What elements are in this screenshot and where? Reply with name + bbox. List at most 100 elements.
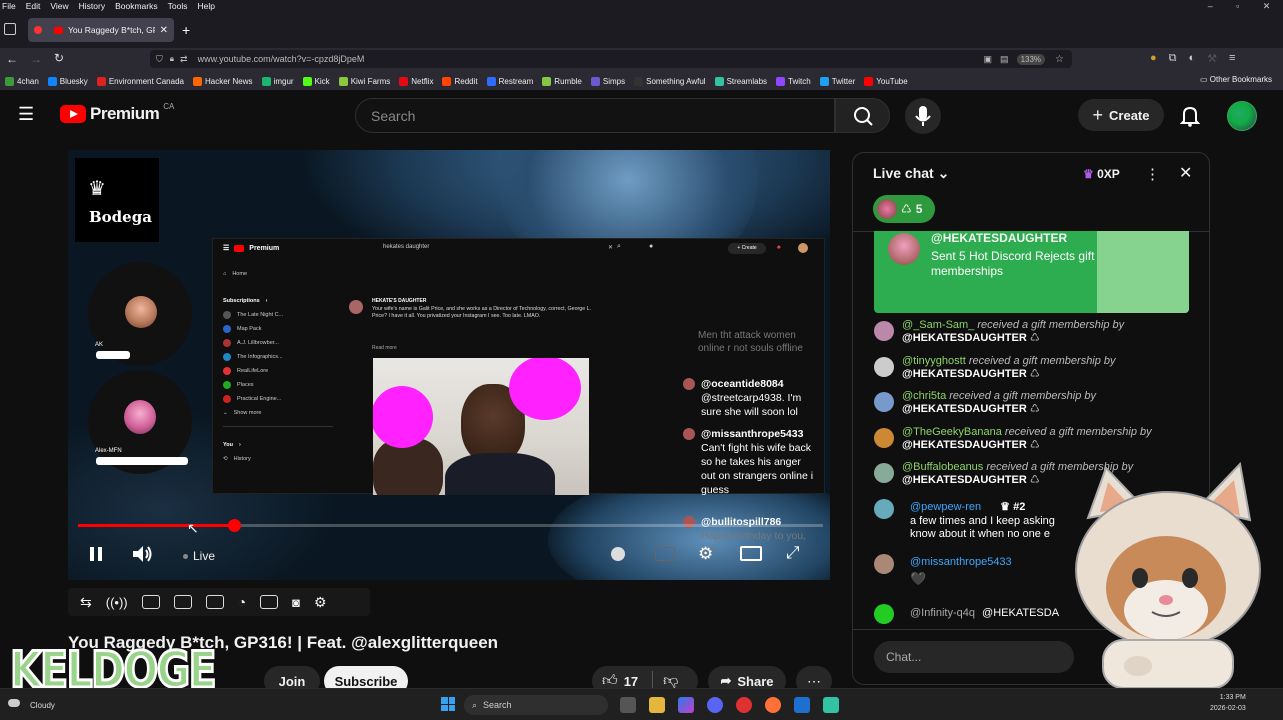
task-view-icon[interactable] xyxy=(620,697,636,713)
extension-icon[interactable]: ● xyxy=(1150,52,1157,65)
discord-icon[interactable] xyxy=(707,697,723,713)
notifications-icon[interactable] xyxy=(1179,105,1201,132)
bookmark-environment-canada[interactable]: Environment Canada xyxy=(96,76,184,86)
search-input[interactable]: Search xyxy=(355,98,835,133)
fullscreen-icon[interactable]: ⤢ xyxy=(786,543,800,563)
bookmark-kick[interactable]: Kick xyxy=(302,76,330,86)
shield-icon[interactable]: ⛉ xyxy=(156,54,163,65)
voice-search-button[interactable] xyxy=(905,98,941,134)
hamburger-menu-icon[interactable]: ☰ xyxy=(18,104,34,125)
zoom-level[interactable]: 133% xyxy=(1016,53,1046,65)
pip-icon[interactable] xyxy=(205,595,224,609)
account-icon[interactable]: ◐ xyxy=(1189,52,1196,65)
search-button[interactable] xyxy=(835,98,890,133)
bookmark-netflix[interactable]: Netflix xyxy=(399,76,433,86)
reader-icon[interactable]: ▣ xyxy=(984,54,993,65)
volume-button[interactable] xyxy=(132,545,154,568)
url-bar[interactable]: ⛉ 🔒︎ ⇄ www.youtube.com/watch?v=-cpzd8jDp… xyxy=(150,50,1072,68)
menu-view[interactable]: View xyxy=(50,1,68,11)
xp-badge[interactable]: ♛ 0XP xyxy=(1083,167,1120,181)
bookmark-simps[interactable]: Simps xyxy=(590,76,625,86)
loop-icon[interactable]: ⇆ xyxy=(80,594,92,611)
bookmark-reddit[interactable]: Reddit xyxy=(442,76,478,86)
settings-gear-icon[interactable]: ⚙ xyxy=(698,544,713,564)
menu-file[interactable]: File xyxy=(2,1,16,11)
audio-icon[interactable]: ((•)) xyxy=(106,595,128,610)
screenshot-icon[interactable]: ▤ xyxy=(1000,54,1009,65)
create-button[interactable]: + Create xyxy=(1078,99,1164,131)
tab-overview-icon[interactable] xyxy=(4,23,16,35)
bookmark-favicon-icon xyxy=(634,76,644,86)
menu-tools[interactable]: Tools xyxy=(168,1,188,11)
menu-edit[interactable]: Edit xyxy=(26,1,41,11)
bookmark-kiwi-farms[interactable]: Kiwi Farms xyxy=(338,76,390,86)
chat-gift-message: @TheGeekyBanana received a gift membersh… xyxy=(874,426,1194,462)
puzzle-icon[interactable]: ⧉ xyxy=(1169,52,1177,65)
bookmark-streamlabs[interactable]: Streamlabs xyxy=(714,76,767,86)
bookmark-4chan[interactable]: 4chan xyxy=(5,76,39,86)
firefox-icon[interactable] xyxy=(765,697,781,713)
add-icon[interactable] xyxy=(260,595,279,609)
taskbar-search[interactable]: ⌕ Search xyxy=(464,695,608,715)
chat-more-icon[interactable]: ⋮ xyxy=(1145,165,1160,183)
chat-input[interactable]: Chat... xyxy=(874,641,1074,673)
tool-icon[interactable]: ⚒ xyxy=(1207,52,1217,65)
other-bookmarks[interactable]: ▭ Other Bookmarks xyxy=(1200,75,1272,84)
captions-toggle-icon[interactable] xyxy=(141,595,160,609)
search-icon xyxy=(854,107,873,126)
bookmark-favicon-icon xyxy=(192,76,202,86)
start-icon[interactable] xyxy=(441,697,455,711)
user-avatar[interactable] xyxy=(1227,101,1257,131)
streamlabs-icon[interactable] xyxy=(823,697,839,713)
rank-badge: ♛ #2 xyxy=(1000,501,1026,513)
inner-bell-icon: ♠ xyxy=(777,244,781,251)
menu-bookmarks[interactable]: Bookmarks xyxy=(115,1,158,11)
bookmark-something-awful[interactable]: Something Awful xyxy=(634,76,706,86)
live-chat-title[interactable]: Live chat ⌄ xyxy=(873,165,949,182)
bookmark-restream[interactable]: Restream xyxy=(486,76,533,86)
bookmark-youtube[interactable]: YouTube xyxy=(864,76,908,86)
camera-icon[interactable]: ◙ xyxy=(292,595,300,610)
copilot-icon[interactable] xyxy=(678,697,694,713)
captions-icon[interactable] xyxy=(655,547,675,561)
clock[interactable]: 1:33 PM 2026-02-03 xyxy=(1210,694,1246,712)
close-window-icon[interactable]: ✕ xyxy=(1263,1,1271,11)
forward-icon[interactable]: → xyxy=(30,52,42,66)
browser-tab-active[interactable]: You Raggedy B*tch, GP316 ✕ xyxy=(28,18,174,42)
close-tab-icon[interactable]: ✕ xyxy=(160,25,168,36)
record-app-icon[interactable] xyxy=(736,697,752,713)
autoplay-toggle[interactable] xyxy=(611,547,625,561)
new-tab-button[interactable]: + xyxy=(182,22,190,38)
bookmark-twitch[interactable]: Twitch xyxy=(776,76,811,86)
back-icon[interactable]: ← xyxy=(6,52,18,66)
volume-icon xyxy=(133,546,152,562)
permissions-icon[interactable]: ⇄ xyxy=(180,54,188,65)
bookmark-bluesky[interactable]: Bluesky xyxy=(47,76,88,86)
maximize-icon[interactable]: ▫ xyxy=(1236,1,1239,11)
gift-ticker[interactable]: ♺ 5 xyxy=(873,195,935,223)
bookmark-hacker-news[interactable]: Hacker News xyxy=(192,76,253,86)
file-explorer-icon[interactable] xyxy=(649,697,665,713)
app-blue-icon[interactable] xyxy=(794,697,810,713)
bookmark-favicon-icon xyxy=(261,76,271,86)
live-indicator[interactable]: Live xyxy=(183,549,215,563)
gift-icon: ♺ xyxy=(1029,403,1040,415)
bookmark-star-icon[interactable]: ☆ xyxy=(1055,54,1064,65)
app-menu-icon[interactable]: ≡ xyxy=(1229,52,1235,65)
youtube-logo[interactable]: Premium CA xyxy=(60,102,174,124)
speed-icon[interactable]: ◔ xyxy=(238,594,246,610)
bookmark-twitter[interactable]: Twitter xyxy=(819,76,855,86)
extension-settings-icon[interactable]: ⚙ xyxy=(314,594,327,611)
clapper-icon[interactable] xyxy=(173,595,192,609)
theater-mode-icon[interactable] xyxy=(740,546,762,561)
bookmark-imgur[interactable]: imgur xyxy=(261,76,294,86)
reload-icon[interactable]: ↻ xyxy=(54,51,64,65)
menu-help[interactable]: Help xyxy=(197,1,214,11)
menu-history[interactable]: History xyxy=(79,1,105,11)
gift-icon: ♺ xyxy=(1029,474,1040,486)
close-chat-icon[interactable]: ✕ xyxy=(1179,163,1192,183)
minimize-icon[interactable]: – xyxy=(1208,1,1213,11)
pause-button[interactable] xyxy=(89,545,103,568)
bookmark-rumble[interactable]: Rumble xyxy=(542,76,582,86)
lock-icon[interactable]: 🔒︎ xyxy=(170,54,174,64)
